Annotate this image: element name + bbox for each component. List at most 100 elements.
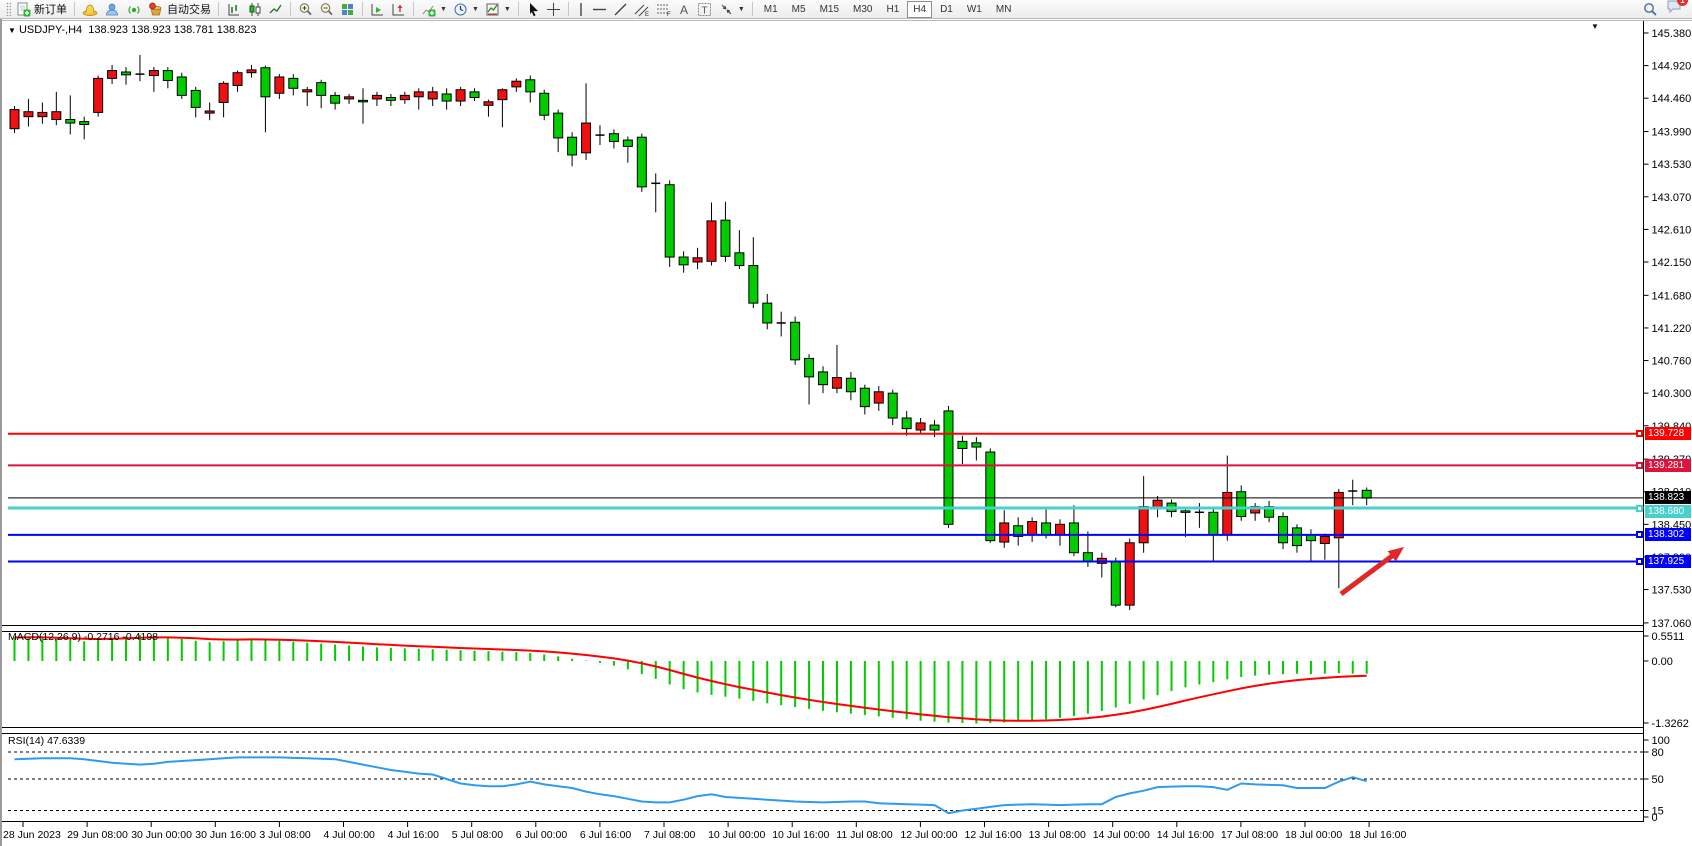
date-label: 6 Jul 16:00 [580, 829, 632, 841]
main-toolbar: 新订单 自动交易 ▼ ▼ [0, 0, 1692, 19]
text-label-tool-button[interactable]: T [694, 1, 716, 18]
line-anchor-marker[interactable] [1636, 430, 1643, 437]
separator [362, 2, 363, 16]
svg-text:141.680: 141.680 [1652, 290, 1692, 302]
bear-candle [177, 77, 186, 95]
zoom-in-button[interactable] [295, 1, 316, 18]
chart-shift-button[interactable] [388, 1, 409, 18]
bull-candle [414, 92, 423, 97]
dropdown-caret-icon[interactable]: ▼ [504, 6, 511, 13]
search-icon[interactable] [1643, 2, 1658, 17]
timeframe-h1-button[interactable]: H1 [880, 1, 905, 18]
line-anchor-marker[interactable] [1636, 558, 1643, 565]
candlestick-mode-button[interactable] [244, 1, 265, 18]
chart-shift-icon [391, 2, 406, 17]
timeframe-m30-button[interactable]: M30 [847, 1, 878, 18]
bull-candle [372, 95, 381, 99]
periods-button[interactable]: ▼ [450, 1, 482, 18]
timeframe-m15-button[interactable]: M15 [814, 1, 845, 18]
toolbar-grip[interactable] [6, 2, 11, 16]
price-chart[interactable]: 145.380144.920144.460143.990143.530143.0… [0, 0, 1692, 846]
chart-title[interactable]: ▼ USDJPY-,H4 138.923 138.923 138.781 138… [8, 24, 257, 36]
arrows-tool-button[interactable]: ▼ [716, 1, 748, 18]
axis-price-tag: 139.728 [1645, 427, 1691, 440]
bear-candle [359, 100, 368, 102]
bear-candle [763, 303, 772, 323]
date-label: 3 Jul 08:00 [259, 829, 311, 841]
macd-values: -0.2716 -0.4198 [84, 631, 158, 643]
dropdown-caret-icon[interactable]: ▼ [472, 6, 479, 13]
zoom-in-icon [298, 2, 313, 17]
templates-button[interactable]: ▼ [482, 1, 514, 18]
rsi-line [15, 757, 1367, 813]
community-button[interactable] [101, 1, 123, 18]
bear-candle [902, 418, 911, 429]
signals-button[interactable] [123, 1, 145, 18]
cursor-tool-button[interactable] [523, 1, 543, 18]
auto-scroll-button[interactable] [367, 1, 388, 18]
date-label: 10 Jul 00:00 [708, 829, 765, 841]
timeframe-w1-button[interactable]: W1 [961, 1, 988, 18]
svg-text:137.530: 137.530 [1652, 585, 1692, 597]
dropdown-caret-icon[interactable]: ▼ [738, 6, 745, 13]
timeframe-h4-button[interactable]: H4 [907, 1, 932, 18]
timeframe-mn-button[interactable]: MN [990, 1, 1018, 18]
bull-candle [456, 90, 465, 101]
tile-windows-button[interactable] [337, 1, 358, 18]
cursor-icon [526, 2, 540, 17]
bear-candle [317, 83, 326, 96]
new-order-button[interactable]: 新订单 [13, 1, 70, 18]
date-label: 4 Jul 16:00 [388, 829, 440, 841]
macd-indicator-label: MACD(12,26,9) -0.2716 -0.4198 [8, 631, 158, 643]
date-axis: 28 Jun 202329 Jun 08:0030 Jun 00:0030 Ju… [3, 822, 1406, 841]
axis-price-tag: 138.302 [1645, 528, 1691, 541]
separator [74, 2, 75, 16]
timeframe-d1-button[interactable]: D1 [934, 1, 959, 18]
bear-candle [860, 388, 869, 406]
chart-symbol-period: USDJPY-,H4 [19, 24, 82, 36]
bear-candle [958, 441, 967, 448]
trendline-tool-button[interactable] [610, 1, 631, 18]
indicators-button[interactable]: ▼ [418, 1, 450, 18]
horizontal-line-tool-button[interactable] [589, 1, 610, 18]
text-tool-button[interactable]: A [675, 1, 694, 18]
symbol-dropdown-icon[interactable]: ▼ [8, 26, 16, 35]
channel-tool-button[interactable]: E [631, 1, 653, 18]
crosshair-tool-button[interactable] [543, 1, 564, 18]
timeframe-m5-button[interactable]: M5 [786, 1, 812, 18]
metaeditor-button[interactable] [79, 1, 101, 18]
svg-text:140.300: 140.300 [1652, 388, 1692, 400]
svg-text:T: T [701, 5, 707, 16]
notifications-button[interactable]: 1 [1666, 0, 1682, 19]
separator [568, 2, 569, 16]
date-label: 4 Jul 00:00 [324, 829, 376, 841]
date-label: 17 Jul 08:00 [1221, 829, 1278, 841]
bear-candle [972, 443, 981, 447]
horizontal-lines-layer [8, 434, 1644, 562]
line-anchor-marker[interactable] [1636, 505, 1643, 512]
fibonacci-tool-button[interactable]: F [653, 1, 675, 18]
date-label: 29 Jun 08:00 [67, 829, 128, 841]
line-anchor-marker[interactable] [1636, 531, 1643, 538]
timeframe-m1-button[interactable]: M1 [758, 1, 784, 18]
zoom-out-button[interactable] [316, 1, 337, 18]
bear-candle [930, 425, 939, 430]
svg-text:142.610: 142.610 [1652, 224, 1692, 236]
bar-chart-mode-button[interactable] [223, 1, 244, 18]
svg-text:-1.3262: -1.3262 [1652, 718, 1689, 730]
separator [290, 2, 291, 16]
bull-candle [345, 97, 354, 99]
chart-shift-marker-icon[interactable]: ▼ [1591, 22, 1599, 31]
line-anchor-marker[interactable] [1636, 462, 1643, 469]
auto-scroll-icon [370, 2, 385, 17]
vertical-line-tool-button[interactable] [573, 1, 589, 18]
bear-candle [261, 68, 270, 97]
chart-ohlc-values: 138.923 138.923 138.781 138.823 [88, 24, 256, 36]
auto-trading-button[interactable]: 自动交易 [145, 1, 214, 18]
date-label: 11 Jul 08:00 [836, 829, 893, 841]
line-chart-mode-button[interactable] [265, 1, 286, 18]
bull-candle [303, 90, 312, 92]
bull-candle [428, 92, 437, 99]
dropdown-caret-icon[interactable]: ▼ [440, 6, 447, 13]
date-label: 5 Jul 08:00 [452, 829, 504, 841]
